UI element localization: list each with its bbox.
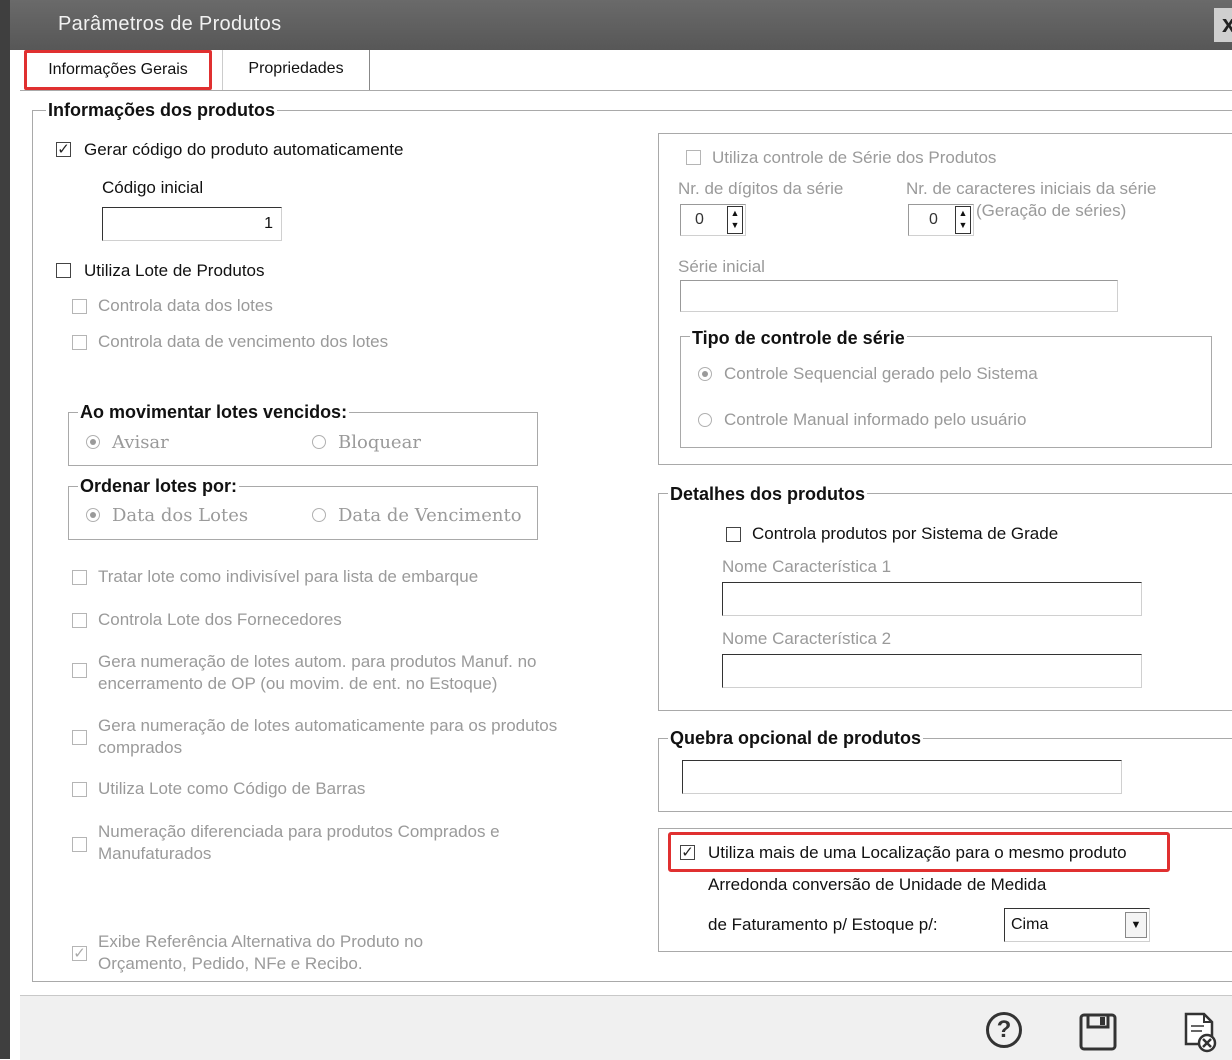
gera-numeracao-manuf-line2: encerramento de OP (ou movim. de ent. no… — [98, 674, 498, 693]
exibe-referencia-line2: Orçamento, Pedido, NFe e Recibo. — [98, 954, 363, 973]
arredonda-line2: de Faturamento p/ Estoque p/: — [708, 915, 938, 934]
exibe-referencia-line1: Exibe Referência Alternativa do Produto … — [98, 932, 424, 951]
numeracao-diferenciada-line1: Numeração diferenciada para produtos Com… — [98, 822, 500, 841]
tipo-serie-group — [680, 336, 1212, 448]
title-bar: Parâmetros de Produtos x — [10, 0, 1232, 50]
tab-informacoes-gerais[interactable]: Informações Gerais — [24, 50, 212, 90]
gera-numeracao-comprados-line2: comprados — [98, 738, 183, 757]
gerar-codigo-checkbox[interactable]: ✓ — [56, 142, 71, 157]
bottom-toolbar: ? — [20, 995, 1232, 1060]
help-icon[interactable]: ? — [986, 1012, 1022, 1048]
utiliza-lote-checkbox[interactable] — [56, 263, 71, 278]
exibe-referencia-checkbox[interactable]: ✓ — [72, 946, 87, 961]
gera-numeracao-manuf-line1: Gera numeração de lotes autom. para prod… — [98, 652, 537, 671]
caracteres-serie-label: Nr. de caracteres iniciais da série — [906, 179, 1157, 198]
controla-data-lotes-label: Controla data dos lotes — [98, 296, 273, 315]
digitos-serie-updown-icon[interactable]: ▲ ▼ — [727, 206, 743, 234]
quebra-legend: Quebra opcional de produtos — [668, 728, 924, 748]
controla-fornecedores-checkbox[interactable] — [72, 613, 87, 628]
tab-propriedades[interactable]: Propriedades — [222, 50, 370, 90]
chevron-down-icon[interactable]: ▼ — [1125, 912, 1147, 938]
grade-label: Controla produtos por Sistema de Grade — [752, 524, 1059, 543]
lote-codigo-barras-label: Utiliza Lote como Código de Barras — [98, 779, 366, 798]
nome-car2-input[interactable] — [722, 654, 1142, 688]
ordenar-lotes-legend: Ordenar lotes por: — [78, 476, 240, 496]
arredonda-line1: Arredonda conversão de Unidade de Medida — [708, 875, 1047, 894]
caracteres-serie-updown-icon[interactable]: ▲ ▼ — [955, 206, 971, 234]
numeracao-diferenciada-checkbox[interactable] — [72, 837, 87, 852]
cancel-icon[interactable] — [1180, 1010, 1220, 1059]
tratar-indivisivel-checkbox[interactable] — [72, 570, 87, 585]
gera-numeracao-comprados-line1: Gera numeração de lotes automaticamente … — [98, 716, 558, 735]
caracteres-serie-value: 0 — [929, 211, 938, 228]
sequencial-label: Controle Sequencial gerado pelo Sistema — [724, 364, 1038, 383]
manual-label: Controle Manual informado pelo usuário — [724, 410, 1027, 429]
lote-codigo-barras-checkbox[interactable] — [72, 782, 87, 797]
serie-inicial-input[interactable] — [680, 280, 1118, 312]
utiliza-lote-label: Utiliza Lote de Produtos — [84, 261, 265, 280]
bloquear-label: Bloquear — [338, 432, 421, 453]
data-vencimento-radio[interactable] — [312, 508, 326, 522]
nome-car1-label: Nome Característica 1 — [722, 557, 892, 576]
gera-numeracao-comprados-checkbox[interactable] — [72, 730, 87, 745]
codigo-inicial-value: 1 — [264, 215, 273, 232]
controla-fornecedores-label: Controla Lote dos Fornecedores — [98, 610, 342, 629]
avisar-label: Avisar — [112, 432, 169, 453]
bloquear-radio[interactable] — [312, 435, 326, 449]
avisar-radio[interactable] — [86, 435, 100, 449]
digitos-serie-label: Nr. de dígitos da série — [678, 179, 844, 198]
tipo-serie-legend: Tipo de controle de série — [690, 328, 907, 348]
manual-radio[interactable] — [698, 413, 712, 427]
nome-car1-input[interactable] — [722, 582, 1142, 616]
window-title: Parâmetros de Produtos — [58, 13, 282, 35]
data-lotes-label: Data dos Lotes — [112, 505, 249, 526]
caracteres-serie-spinner[interactable]: 0 ▲ ▼ — [908, 204, 974, 236]
controla-vencimento-checkbox[interactable] — [72, 335, 87, 350]
digitos-serie-spinner[interactable]: 0 ▲ ▼ — [680, 204, 746, 236]
close-button[interactable]: x — [1214, 8, 1232, 42]
digitos-serie-value: 0 — [695, 211, 704, 228]
dialog-window: Parâmetros de Produtos x Informações Ger… — [0, 0, 1232, 1060]
data-lotes-radio[interactable] — [86, 508, 100, 522]
save-icon[interactable] — [1078, 1012, 1118, 1057]
data-vencimento-label: Data de Vencimento — [338, 505, 522, 526]
utiliza-serie-label: Utiliza controle de Série dos Produtos — [712, 148, 997, 167]
localizacao-checkbox[interactable]: ✓ — [680, 845, 695, 860]
controla-vencimento-label: Controla data de vencimento dos lotes — [98, 332, 389, 351]
tab-divider — [20, 90, 1232, 91]
sequencial-radio[interactable] — [698, 367, 712, 381]
detalhes-legend: Detalhes dos produtos — [668, 484, 868, 504]
localizacao-label: Utiliza mais de uma Localização para o m… — [708, 843, 1127, 862]
info-produtos-legend: Informações dos produtos — [46, 100, 278, 120]
gera-numeracao-manuf-checkbox[interactable] — [72, 663, 87, 678]
grade-checkbox[interactable] — [726, 527, 741, 542]
arredonda-select[interactable]: Cima ▼ — [1004, 908, 1150, 942]
serie-inicial-label: Série inicial — [678, 257, 765, 276]
nome-car2-label: Nome Característica 2 — [722, 629, 892, 648]
quebra-input[interactable] — [682, 760, 1122, 794]
tratar-indivisivel-label: Tratar lote como indivisível para lista … — [98, 567, 479, 586]
utiliza-serie-checkbox[interactable] — [686, 150, 701, 165]
numeracao-diferenciada-line2: Manufaturados — [98, 844, 212, 863]
codigo-inicial-input[interactable]: 1 — [102, 207, 282, 241]
codigo-inicial-label: Código inicial — [102, 178, 204, 197]
lotes-vencidos-legend: Ao movimentar lotes vencidos: — [78, 402, 350, 422]
caracteres-serie-note: (Geração de séries) — [976, 201, 1127, 220]
gerar-codigo-label: Gerar código do produto automaticamente — [84, 140, 404, 159]
arredonda-value: Cima — [1011, 916, 1049, 933]
controla-data-lotes-checkbox[interactable] — [72, 299, 87, 314]
